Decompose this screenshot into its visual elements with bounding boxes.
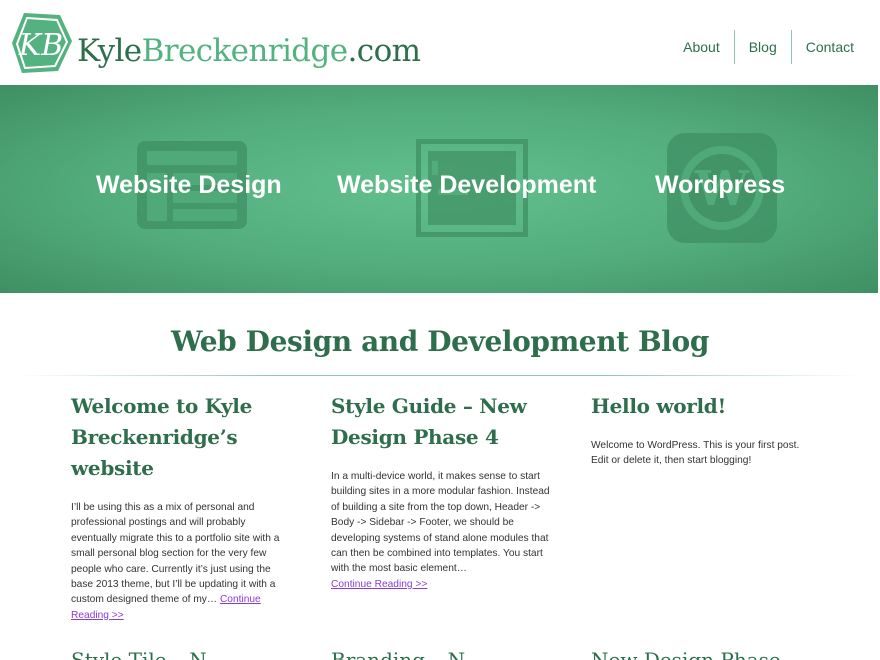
main-nav: About Blog Contact [669, 30, 868, 64]
post-title[interactable]: Style Guide – New Design Phase 4 [331, 391, 553, 453]
post-title[interactable]: Welcome to Kyle Breckenridge’s website [71, 391, 293, 484]
site-name-part3: .com [347, 33, 421, 69]
nav-blog[interactable]: Blog [733, 30, 791, 64]
post-excerpt: In a multi-device world, it makes sense … [331, 469, 553, 592]
post-excerpt-text: I’ll be using this as a mix of personal … [71, 502, 280, 606]
blog-heading: Web Design and Development Blog [170, 325, 710, 358]
post-card: Welcome to Kyle Breckenridge’s website I… [71, 391, 293, 623]
site-name-part2: Breckenridge [141, 33, 349, 69]
post-excerpt-text: In a multi-device world, it makes sense … [331, 471, 550, 575]
services-hero: Website Design Website Development W Wor… [0, 85, 878, 293]
post-title-partial[interactable]: Branding – N [331, 648, 465, 660]
site-name[interactable]: KyleBreckenridge.com [77, 31, 421, 71]
post-excerpt-text: Welcome to WordPress. This is your first… [591, 440, 800, 467]
service-wordpress[interactable]: W Wordpress [640, 85, 860, 293]
service-website-design[interactable]: Website Design [0, 85, 300, 293]
nav-about[interactable]: About [669, 30, 734, 64]
post-title-partial[interactable]: Style Tile – N [71, 648, 207, 660]
post-card: Hello world! Welcome to WordPress. This … [591, 391, 813, 469]
service-label-development: Website Development [337, 171, 597, 199]
service-website-development[interactable]: Website Development [320, 85, 630, 293]
kb-logo-icon[interactable]: KB [10, 11, 74, 75]
site-name-part1: Kyle [77, 33, 142, 69]
section-divider [20, 375, 860, 376]
post-excerpt: Welcome to WordPress. This is your first… [591, 438, 813, 469]
site-header: KB KyleBreckenridge.com About Blog Conta… [0, 0, 880, 85]
post-card: Style Guide – New Design Phase 4 In a mu… [331, 391, 553, 592]
service-label-design: Website Design [96, 171, 282, 199]
logo-letters: KB [18, 28, 63, 63]
service-label-wordpress: Wordpress [655, 171, 786, 199]
nav-contact[interactable]: Contact [790, 30, 868, 64]
post-title[interactable]: Hello world! [591, 391, 813, 422]
post-title-partial[interactable]: New Design Phase [591, 648, 781, 660]
post-excerpt: I’ll be using this as a mix of personal … [71, 500, 293, 623]
continue-reading-link[interactable]: Continue Reading >> [331, 579, 427, 590]
